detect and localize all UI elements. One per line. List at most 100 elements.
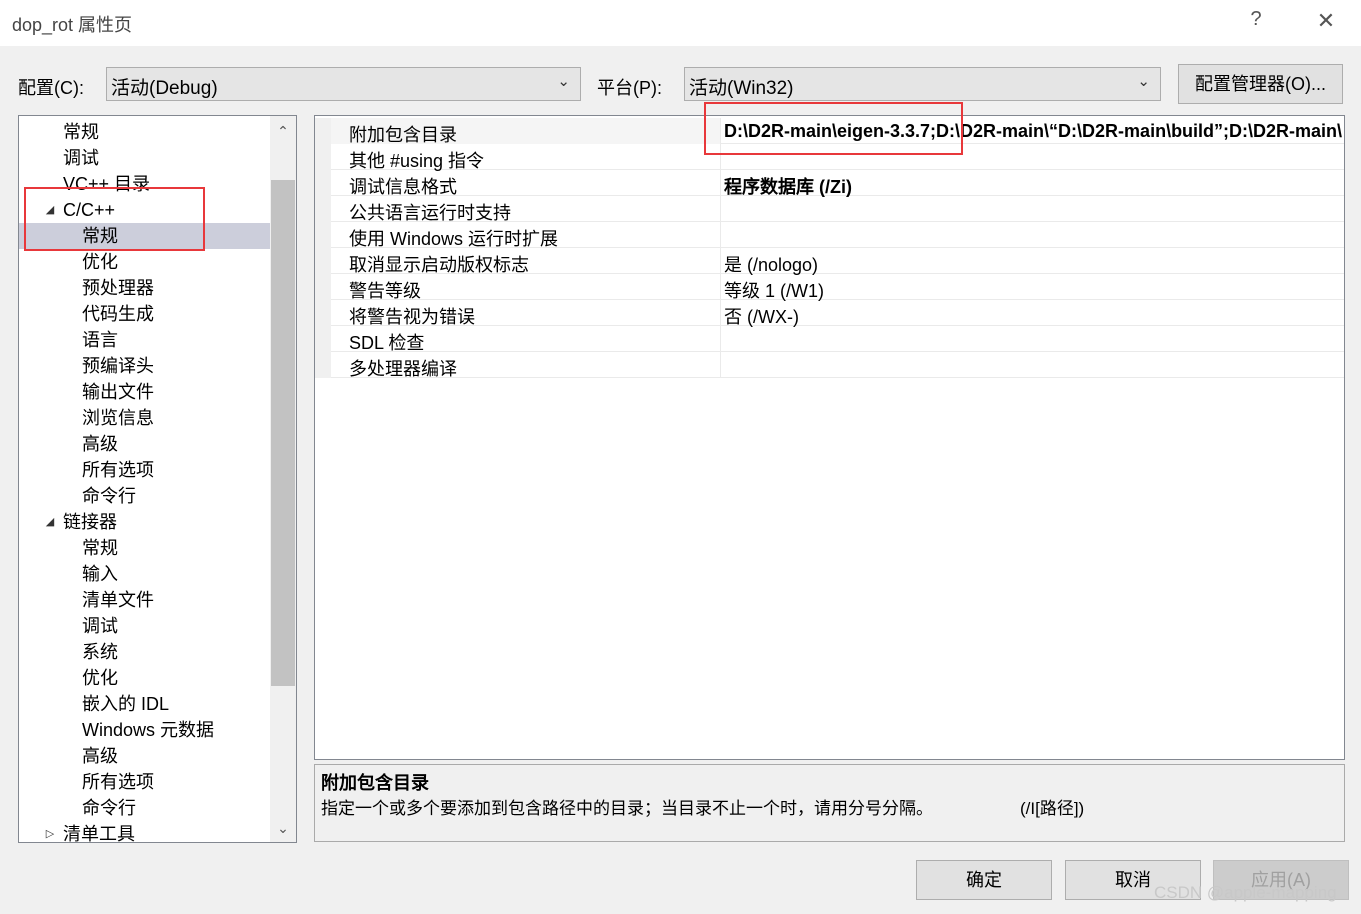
- property-row[interactable]: 取消显示启动版权标志是 (/nologo): [315, 248, 1344, 275]
- column-divider: [720, 326, 721, 352]
- row-gutter: [315, 144, 331, 170]
- row-gutter: [315, 196, 331, 222]
- row-gutter: [315, 352, 331, 378]
- tree-item[interactable]: 优化: [19, 665, 270, 691]
- column-divider: [720, 196, 721, 222]
- tree-item[interactable]: 命令行: [19, 795, 270, 821]
- tree-item-label: 调试: [82, 616, 118, 636]
- tree-item-label: 语言: [82, 330, 118, 350]
- config-value: 活动(Debug): [111, 78, 218, 99]
- tree-item[interactable]: 预编译头: [19, 353, 270, 379]
- tree-item[interactable]: 浏览信息: [19, 405, 270, 431]
- tree-item-label: 输入: [82, 564, 118, 584]
- tree-item[interactable]: 所有选项: [19, 457, 270, 483]
- description-text: 指定一个或多个要添加到包含路径中的目录；当目录不止一个时，请用分号分隔。: [321, 799, 933, 818]
- highlight-box-value: [704, 102, 963, 155]
- row-gutter: [315, 326, 331, 352]
- tree-item-label: 所有选项: [82, 772, 154, 792]
- tree-item[interactable]: 输入: [19, 561, 270, 587]
- property-row[interactable]: 多处理器编译: [315, 352, 1344, 379]
- tree-item-label: 嵌入的 IDL: [82, 694, 170, 714]
- config-label: 配置(C):: [18, 78, 84, 98]
- column-divider: [720, 300, 721, 326]
- tree-item-label: 清单工具: [63, 824, 135, 843]
- tree-item-label: Windows 元数据: [82, 720, 215, 740]
- column-divider: [720, 248, 721, 274]
- tree-item-label: 链接器: [63, 512, 117, 532]
- tree-item[interactable]: 预处理器: [19, 275, 270, 301]
- row-gutter: [315, 248, 331, 274]
- tree-item[interactable]: 调试: [19, 145, 270, 171]
- column-divider: [720, 352, 721, 378]
- tree-item-label: 常规: [82, 538, 118, 558]
- chevron-down-icon: ⌄: [1137, 73, 1150, 90]
- expanded-triangle-icon[interactable]: ◢: [44, 509, 56, 535]
- row-gutter: [315, 300, 331, 326]
- tree-item-label: 优化: [82, 252, 118, 272]
- tree-item[interactable]: 命令行: [19, 483, 270, 509]
- collapsed-triangle-icon[interactable]: ▷: [44, 821, 56, 842]
- tree-item[interactable]: 清单文件: [19, 587, 270, 613]
- tree-item[interactable]: 高级: [19, 743, 270, 769]
- tree-item-label: 输出文件: [82, 382, 154, 402]
- tree-item[interactable]: 常规: [19, 535, 270, 561]
- property-name: 多处理器编译: [349, 359, 457, 379]
- tree-item-label: 预编译头: [82, 356, 154, 376]
- scrollbar-thumb[interactable]: [271, 180, 295, 686]
- tree-item[interactable]: ▷ 清单工具: [19, 821, 270, 843]
- description-title: 附加包含目录: [321, 773, 429, 793]
- chevron-down-icon: ⌄: [557, 73, 570, 90]
- description-panel: 附加包含目录 指定一个或多个要添加到包含路径中的目录；当目录不止一个时，请用分号…: [314, 764, 1345, 842]
- config-manager-button[interactable]: 配置管理器(O)...: [1178, 64, 1343, 104]
- tree-item-label: 浏览信息: [82, 408, 154, 428]
- property-row[interactable]: 公共语言运行时支持: [315, 196, 1344, 223]
- tree-item-label: 优化: [82, 668, 118, 688]
- config-dropdown[interactable]: 活动(Debug) ⌄: [106, 67, 581, 101]
- watermark: CSDN @apple-mapping: [1154, 883, 1337, 902]
- tree-item[interactable]: 代码生成: [19, 301, 270, 327]
- tree-item-label: 调试: [63, 148, 99, 168]
- platform-dropdown[interactable]: 活动(Win32) ⌄: [684, 67, 1161, 101]
- property-row[interactable]: 使用 Windows 运行时扩展: [315, 222, 1344, 249]
- tree-item-label: 清单文件: [82, 590, 154, 610]
- property-row[interactable]: 调试信息格式 程序数据库 (/Zi): [315, 170, 1344, 197]
- tree-item[interactable]: 调试: [19, 613, 270, 639]
- tree-item-label: 高级: [82, 746, 118, 766]
- tree-item-label: 命令行: [82, 798, 136, 818]
- tree-item-label: 高级: [82, 434, 118, 454]
- property-row[interactable]: SDL 检查: [315, 326, 1344, 353]
- platform-label: 平台(P):: [597, 78, 662, 98]
- chevron-up-icon[interactable]: ⌃: [270, 118, 296, 144]
- tree-item-label: 常规: [63, 122, 99, 142]
- tree-item[interactable]: ◢ 链接器: [19, 509, 270, 535]
- tree-item-label: 代码生成: [82, 304, 154, 324]
- tree-item[interactable]: 高级: [19, 431, 270, 457]
- chevron-down-icon[interactable]: ⌄: [270, 815, 296, 841]
- window-title: dop_rot 属性页: [12, 15, 133, 35]
- tree-item[interactable]: 所有选项: [19, 769, 270, 795]
- row-gutter: [315, 170, 331, 196]
- tree-item[interactable]: 常规: [19, 119, 270, 145]
- tree-item[interactable]: Windows 元数据: [19, 717, 270, 743]
- property-row[interactable]: 警告等级 等级 1 (/W1): [315, 274, 1344, 301]
- row-gutter: [315, 118, 331, 144]
- property-grid: 附加包含目录 D:\D2R-main\eigen-3.3.7;D:\D2R-mai…: [314, 115, 1345, 760]
- tree-item[interactable]: 语言: [19, 327, 270, 353]
- tree-item[interactable]: 嵌入的 IDL: [19, 691, 270, 717]
- tree-item-label: 系统: [82, 642, 118, 662]
- tree-item-label: 所有选项: [82, 460, 154, 480]
- row-gutter: [315, 274, 331, 300]
- tree-item-label: 命令行: [82, 486, 136, 506]
- tree-item[interactable]: 优化: [19, 249, 270, 275]
- column-divider: [720, 170, 721, 196]
- column-divider: [720, 222, 721, 248]
- tree-item[interactable]: 输出文件: [19, 379, 270, 405]
- close-icon[interactable]: ✕: [1312, 8, 1340, 36]
- property-row[interactable]: 将警告视为错误否 (/WX-): [315, 300, 1344, 327]
- tree-scrollbar[interactable]: ⌃ ⌄: [270, 116, 296, 842]
- description-switch: (/I[路径]): [1020, 799, 1085, 818]
- help-icon[interactable]: ?: [1244, 8, 1268, 36]
- ok-button[interactable]: 确定: [916, 860, 1052, 900]
- tree-item[interactable]: 系统: [19, 639, 270, 665]
- column-divider: [720, 274, 721, 300]
